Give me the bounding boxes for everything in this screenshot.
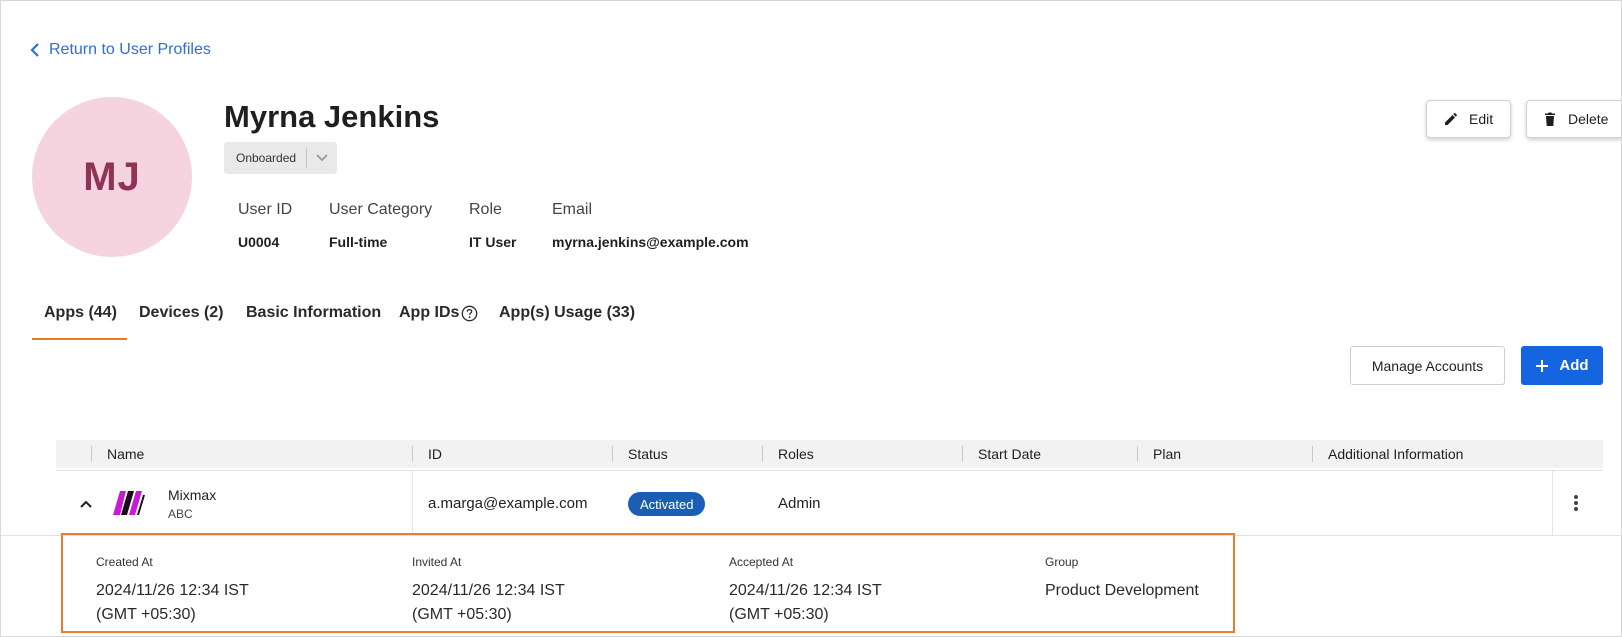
row-details-highlight: Created At 2024/11/26 12:34 IST (GMT +05… [61,533,1235,633]
column-header-plan[interactable]: Plan [1153,440,1181,468]
pencil-icon [1445,113,1457,125]
column-divider [1552,471,1553,536]
chevron-left-icon [30,43,39,57]
tab-apps-label: Apps (44) [44,304,117,321]
account-id: a.marga@example.com [428,495,588,512]
column-header-status[interactable]: Status [628,440,668,468]
accepted-at-label: Accepted At [729,555,794,569]
status-badge: Activated [628,492,706,516]
help-circle-icon[interactable] [461,305,478,322]
delete-button-label: Delete [1568,111,1609,127]
invited-at-timezone: (GMT +05:30) [412,606,512,623]
manage-accounts-button[interactable]: Manage Accounts [1350,346,1505,385]
back-to-user-profiles-link[interactable]: Return to User Profiles [29,41,211,59]
group-label: Group [1045,555,1079,569]
avatar-initials: MJ [83,154,141,199]
back-link-label: Return to User Profiles [49,41,211,58]
tab-basic-information-label: Basic Information [246,304,382,321]
user-category-value: Full-time [329,234,388,250]
account-role: Admin [778,495,821,512]
user-category-label: User Category [329,201,433,218]
created-at-date: 2024/11/26 12:34 IST [96,582,249,599]
column-header-id[interactable]: ID [428,440,442,468]
column-divider [91,446,92,462]
plus-icon [1536,359,1549,372]
delete-button[interactable]: Delete [1526,100,1621,138]
email-label: Email [552,201,593,218]
mixmax-logo-icon [113,491,145,515]
group-value: Product Development [1045,582,1199,599]
accepted-at-timezone: (GMT +05:30) [729,606,829,623]
column-header-additional-information[interactable]: Additional Information [1328,440,1463,468]
chevron-down-icon[interactable] [307,153,337,163]
trash-icon [1545,112,1555,126]
avatar: MJ [32,97,192,257]
column-divider [412,446,413,462]
user-id-label: User ID [238,201,293,218]
tab-app-usage[interactable]: App(s) Usage (33) [499,297,635,340]
edit-button[interactable]: Edit [1426,100,1511,138]
app-org: ABC [168,507,193,521]
chevron-up-icon[interactable] [78,496,94,512]
column-header-roles[interactable]: Roles [778,440,814,468]
created-at-label: Created At [96,555,153,569]
kebab-menu-icon[interactable] [1568,493,1584,513]
role-label: Role [469,201,502,218]
column-divider [762,446,763,462]
add-button[interactable]: Add [1521,346,1603,385]
status-dropdown-value: Onboarded [236,151,297,165]
column-divider [412,471,413,536]
edit-button-label: Edit [1469,111,1494,127]
tab-app-usage-label: App(s) Usage (33) [499,304,636,321]
column-divider [1137,446,1138,462]
app-name: Mixmax [168,487,217,503]
tab-devices-label: Devices (2) [139,304,224,321]
add-button-label: Add [1559,357,1589,374]
apps-table-header: Name ID Status Roles Start Date Plan Add… [56,440,1603,468]
user-name: Myrna Jenkins [224,99,440,134]
tab-basic-information[interactable]: Basic Information [246,297,381,340]
page: Return to User Profiles MJ Myrna Jenkins… [0,0,1622,637]
column-divider [962,446,963,462]
column-divider [1312,446,1313,462]
created-at-timezone: (GMT +05:30) [96,606,196,623]
accepted-at-date: 2024/11/26 12:34 IST [729,582,882,599]
role-value: IT User [469,234,517,250]
status-dropdown[interactable]: Onboarded [224,142,337,174]
invited-at-date: 2024/11/26 12:34 IST [412,582,565,599]
column-header-name[interactable]: Name [107,440,144,468]
column-header-start-date[interactable]: Start Date [978,440,1041,468]
tab-devices[interactable]: Devices (2) [139,297,224,340]
invited-at-label: Invited At [412,555,462,569]
tab-app-ids[interactable]: App IDs [399,297,478,340]
table-row[interactable]: Mixmax ABC a.marga@example.com Activated… [56,470,1603,536]
tab-app-ids-label: App IDs [399,304,460,321]
manage-accounts-label: Manage Accounts [1371,357,1484,374]
email-value: myrna.jenkins@example.com [552,234,749,250]
column-divider [612,446,613,462]
user-id-value: U0004 [238,234,280,250]
tab-apps[interactable]: Apps (44) [32,297,127,340]
